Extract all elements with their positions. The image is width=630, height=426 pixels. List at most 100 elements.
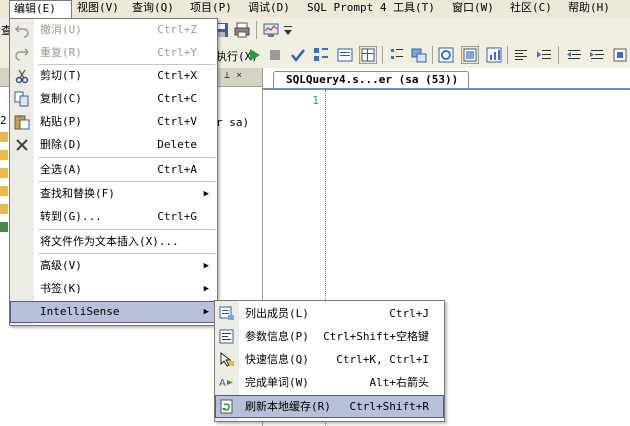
menu-item-label: 高级(V) (40, 259, 82, 272)
menu-item-label: 参数信息(P) (245, 330, 309, 343)
menu-item-list-members[interactable]: 列出成员(L) Ctrl+J (215, 302, 444, 325)
paste-icon (14, 115, 30, 130)
menu-item-label: 快速信息(Q) (245, 353, 309, 366)
menu-item-label: 剪切(T) (40, 69, 82, 82)
parse-check-icon[interactable] (290, 47, 306, 63)
quick-info-icon (220, 352, 234, 367)
menu-tools[interactable]: 工具(T) (389, 0, 439, 18)
node-icon[interactable] (0, 222, 8, 232)
menu-item-label: 列出成员(L) (245, 307, 309, 320)
debug-start-icon[interactable] (246, 47, 262, 63)
menu-item-shortcut: Ctrl+Z (157, 23, 197, 36)
folder-icon[interactable] (0, 168, 8, 178)
align-left-icon[interactable] (513, 47, 529, 63)
stop-icon[interactable] (267, 47, 283, 63)
menu-item-complete-word[interactable]: A 完成单词(W) Alt+右箭头 (215, 371, 444, 394)
menu-edit[interactable]: 编辑(E) (9, 0, 72, 19)
menu-project[interactable]: 项目(P) (186, 0, 236, 18)
menu-item-advanced[interactable]: 高级(V) ▶ (10, 255, 217, 277)
complete-word-icon: A (219, 378, 233, 389)
menu-item-shortcut: Ctrl+Shift+空格键 (323, 330, 429, 343)
menu-item-redo[interactable]: 重复(R) Ctrl+Y (10, 42, 217, 64)
tab-sqlquery4[interactable]: SQLQuery4.s...er (sa (53)) (273, 71, 470, 89)
folder-icon[interactable] (0, 204, 8, 214)
submenu-arrow-icon: ▶ (203, 189, 209, 199)
folder-icon[interactable] (0, 186, 8, 196)
menu-item-insert-file[interactable]: 将文件作为文本插入(X)... (10, 231, 217, 253)
menu-item-cut[interactable]: 剪切(T) Ctrl+X (10, 65, 217, 87)
menu-item-shortcut: Ctrl+K, Ctrl+I (336, 353, 429, 366)
folder-icon[interactable] (0, 132, 8, 142)
menu-item-label: 重复(R) (40, 46, 82, 59)
menu-item-refresh-cache[interactable]: 刷新本地缓存(R) Ctrl+Shift+R (215, 395, 444, 418)
menu-item-shortcut: Ctrl+V (157, 115, 197, 128)
submenu-arrow-icon: ▶ (203, 261, 209, 271)
specify-values-icon[interactable] (612, 47, 628, 63)
submenu-arrow-icon: ▶ (203, 284, 209, 294)
toolbar-separator (382, 46, 383, 64)
menu-help[interactable]: 帮助(H) (564, 0, 614, 18)
results-to-text-icon[interactable] (337, 47, 353, 63)
menu-item-shortcut: Ctrl+X (157, 69, 197, 82)
svg-text:A: A (219, 378, 226, 389)
toolbar-separator (432, 46, 433, 64)
menu-item-shortcut: Ctrl+Shift+R (349, 400, 429, 413)
connection-label: r sa) (216, 116, 250, 129)
menu-separator (38, 229, 215, 230)
edit-menu-dropdown: 撤消(U) Ctrl+Z 重复(R) Ctrl+Y 剪切(T) Ctrl+X 复… (9, 18, 218, 326)
menu-view[interactable]: 视图(V) (73, 0, 123, 18)
menu-item-label: 全选(A) (40, 163, 82, 176)
menu-separator (38, 157, 215, 158)
menu-item-shortcut: Ctrl+A (157, 163, 197, 176)
menu-item-undo[interactable]: 撤消(U) Ctrl+Z (10, 19, 217, 41)
menu-item-delete[interactable]: 删除(D) Delete (10, 134, 217, 156)
undo-icon (14, 25, 29, 38)
estimated-plan-icon[interactable] (438, 47, 454, 63)
toolbar-overflow-icon[interactable] (283, 24, 293, 36)
menu-item-goto[interactable]: 转到(G)... Ctrl+G (10, 206, 217, 228)
menu-item-copy[interactable]: 复制(C) Ctrl+C (10, 88, 217, 110)
menu-separator (38, 253, 215, 254)
increase-indent-icon[interactable] (589, 47, 605, 63)
menu-item-select-all[interactable]: 全选(A) Ctrl+A (10, 159, 217, 181)
menu-community[interactable]: 社区(C) (506, 0, 556, 18)
actual-plan-icon[interactable] (461, 46, 479, 64)
menu-item-shortcut: Alt+右箭头 (369, 376, 430, 389)
folder-icon[interactable] (0, 150, 8, 160)
menu-item-shortcut: Ctrl+Y (157, 46, 197, 59)
results-to-grid-icon[interactable] (359, 46, 377, 64)
menu-item-shortcut: Delete (157, 138, 197, 151)
menu-item-quick-info[interactable]: 快速信息(Q) Ctrl+K, Ctrl+I (215, 348, 444, 371)
query-options-icon[interactable] (313, 47, 329, 63)
toolbar-separator (558, 46, 559, 64)
menu-item-bookmarks[interactable]: 书签(K) ▶ (10, 278, 217, 300)
tree-partial-label: 2 (0, 114, 7, 127)
menu-item-shortcut: Ctrl+C (157, 92, 197, 105)
list-members-icon (219, 306, 234, 320)
menu-item-label: 撤消(U) (40, 23, 82, 36)
menu-query[interactable]: 查询(Q) (128, 0, 178, 18)
menu-item-paste[interactable]: 粘贴(P) Ctrl+V (10, 111, 217, 133)
database-objects-icon[interactable] (411, 47, 427, 63)
activity-monitor-icon[interactable] (263, 22, 279, 38)
menu-item-label: 刷新本地缓存(R) (245, 400, 331, 413)
print-icon[interactable] (234, 22, 250, 38)
menu-item-parameter-info[interactable]: 参数信息(P) Ctrl+Shift+空格键 (215, 325, 444, 348)
menu-item-find-replace[interactable]: 查找和替换(F) ▶ (10, 183, 217, 205)
client-statistics-icon[interactable] (486, 47, 502, 63)
menu-item-label: 复制(C) (40, 92, 82, 105)
menu-debug[interactable]: 调试(D) (244, 0, 294, 18)
menu-sql-prompt[interactable]: SQL Prompt 4 (303, 0, 390, 18)
indent-icon[interactable] (536, 47, 552, 63)
toolbar-separator (507, 46, 508, 64)
menu-item-label: 书签(K) (40, 282, 82, 295)
comment-icon[interactable] (389, 47, 405, 63)
menu-item-intellisense[interactable]: IntelliSense ▶ (10, 301, 217, 323)
menu-item-shortcut: Ctrl+G (157, 210, 197, 223)
menu-separator (38, 181, 215, 182)
redo-icon (15, 48, 30, 61)
menu-item-label: 将文件作为文本插入(X)... (40, 235, 179, 248)
decrease-indent-icon[interactable] (566, 47, 582, 63)
menu-window[interactable]: 窗口(W) (448, 0, 498, 18)
submenu-arrow-icon: ▶ (203, 307, 209, 317)
